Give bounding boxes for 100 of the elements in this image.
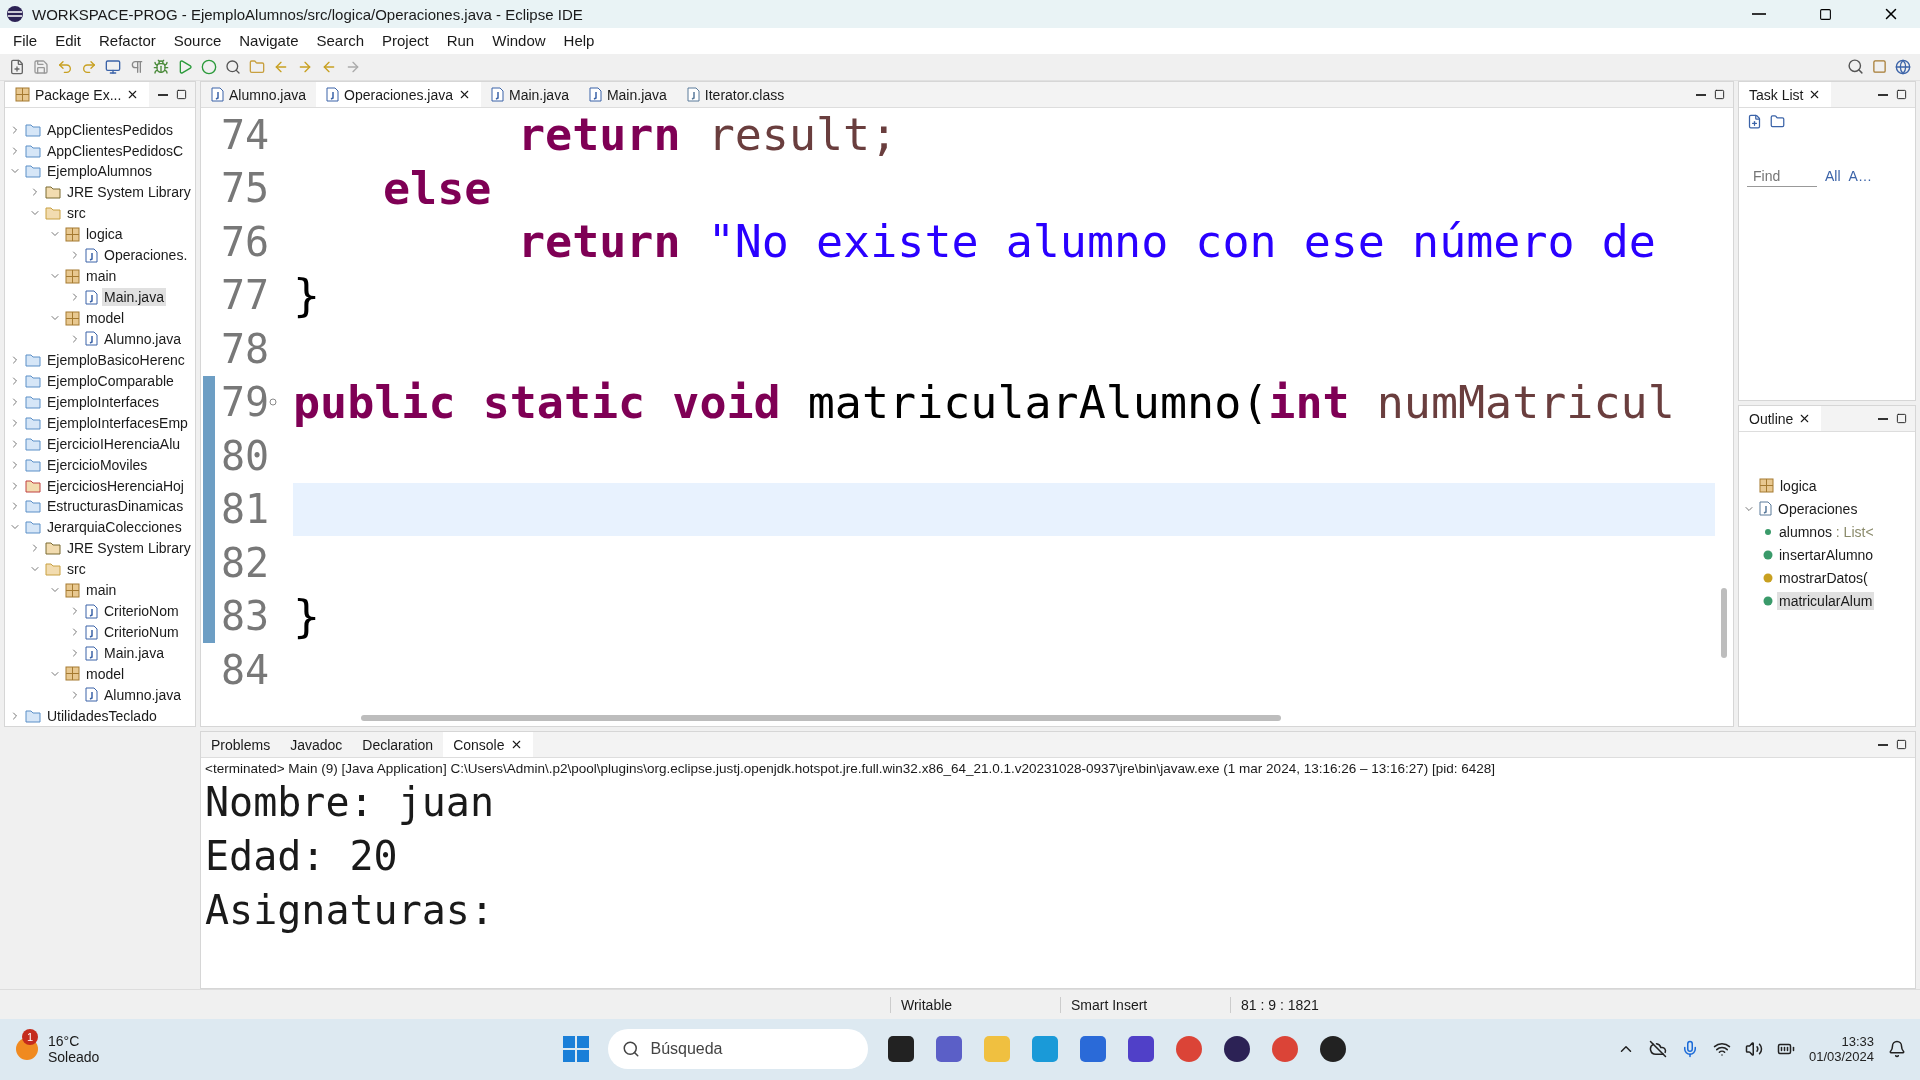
clock-time[interactable]: 13:33 bbox=[1841, 1034, 1874, 1050]
search-field[interactable]: Búsqueda bbox=[608, 1029, 869, 1070]
editor-tab[interactable]: Main.java bbox=[481, 82, 579, 108]
redo-icon[interactable] bbox=[81, 58, 97, 75]
filter-link[interactable]: A… bbox=[1848, 168, 1872, 185]
debug-icon[interactable] bbox=[153, 58, 169, 75]
people-icon[interactable] bbox=[934, 1034, 965, 1065]
outline-item[interactable]: alumnos : List< bbox=[1777, 522, 1876, 541]
view-tab[interactable]: Problems bbox=[201, 732, 281, 758]
perspective-icon[interactable] bbox=[1871, 59, 1887, 75]
search-icon[interactable] bbox=[225, 58, 241, 75]
tree-item[interactable]: AppClientesPedidos bbox=[45, 120, 176, 139]
menu-item[interactable]: Navigate bbox=[230, 32, 308, 50]
minimize-icon[interactable] bbox=[1696, 93, 1706, 96]
outline-item[interactable]: mostrarDatos( bbox=[1777, 568, 1870, 587]
tree-item[interactable]: main bbox=[84, 581, 119, 600]
minimize-icon[interactable] bbox=[1878, 743, 1888, 746]
tree-item[interactable]: Alumno.java bbox=[102, 329, 184, 348]
tree-item[interactable]: EjercicioIHerenciaAlu bbox=[45, 434, 183, 453]
tree-item[interactable]: EjerciciosHerenciaHoj bbox=[45, 476, 186, 495]
tree-item[interactable]: EjemploInterfaces bbox=[45, 392, 162, 411]
filter-link[interactable]: All bbox=[1825, 168, 1841, 185]
fold-icon[interactable] bbox=[269, 398, 278, 407]
scrollbar-thumb[interactable] bbox=[361, 715, 1281, 722]
tree-item[interactable]: Operaciones. bbox=[102, 246, 190, 265]
start-icon[interactable] bbox=[562, 1035, 591, 1064]
window-icon[interactable] bbox=[886, 1034, 917, 1065]
minimize-icon[interactable] bbox=[1878, 417, 1888, 420]
menu-item[interactable]: File bbox=[4, 32, 47, 50]
tree-item[interactable]: JRE System Library bbox=[65, 183, 193, 202]
editor-tab[interactable]: Operaciones.java bbox=[316, 82, 481, 108]
tree-item[interactable]: JRE System Library bbox=[65, 539, 193, 558]
menu-item[interactable]: Search bbox=[307, 32, 373, 50]
clock-date[interactable]: 01/03/2024 bbox=[1808, 1049, 1874, 1065]
maximize-icon[interactable] bbox=[1896, 89, 1907, 101]
pilcrow-icon[interactable] bbox=[129, 58, 145, 75]
outline-item[interactable]: matricularAlum bbox=[1777, 591, 1875, 610]
tree-item[interactable]: AppClientesPedidosC bbox=[45, 141, 186, 160]
line-number: 80 bbox=[221, 432, 270, 479]
tree-item[interactable]: JerarquiaColecciones bbox=[45, 518, 184, 537]
menu-item[interactable]: Help bbox=[554, 32, 604, 50]
wifi-icon[interactable] bbox=[1712, 1040, 1731, 1059]
save-icon[interactable] bbox=[33, 58, 49, 75]
store-icon[interactable] bbox=[1078, 1034, 1109, 1065]
menu-item[interactable]: Refactor bbox=[90, 32, 165, 50]
tree-item[interactable]: UtilidadesTeclado bbox=[45, 706, 159, 725]
menu-item[interactable]: Edit bbox=[46, 32, 91, 50]
editor-tab[interactable]: Main.java bbox=[578, 82, 677, 108]
java-perspective-icon[interactable] bbox=[1895, 58, 1911, 75]
view-tab[interactable]: Console bbox=[443, 732, 533, 758]
tree-item[interactable]: Main.java bbox=[102, 644, 166, 663]
menu-item[interactable]: Project bbox=[373, 32, 438, 50]
notification-icon[interactable] bbox=[1888, 1040, 1906, 1059]
minimize-icon[interactable] bbox=[1878, 93, 1888, 96]
maximize-icon[interactable] bbox=[1714, 89, 1725, 101]
tree-item[interactable]: EjemploAlumnos bbox=[45, 162, 155, 181]
package-icon bbox=[65, 582, 80, 598]
undo-icon[interactable] bbox=[57, 58, 73, 75]
tree-item[interactable]: EjemploInterfacesEmp bbox=[45, 413, 190, 432]
tree-item[interactable]: main bbox=[84, 267, 119, 286]
minimize-icon[interactable] bbox=[158, 93, 168, 96]
menu-item[interactable]: Window bbox=[483, 32, 555, 50]
menu-item[interactable]: Run bbox=[437, 32, 484, 50]
view-tab[interactable]: Declaration bbox=[352, 732, 444, 758]
tree-item[interactable]: Main.java bbox=[102, 288, 166, 307]
outline-item[interactable]: Operaciones bbox=[1776, 499, 1860, 518]
scrollbar-thumb[interactable] bbox=[1721, 588, 1727, 659]
terminal-icon[interactable] bbox=[105, 58, 121, 75]
editor-tab[interactable]: Alumno.java bbox=[201, 82, 317, 108]
maximize-icon[interactable] bbox=[1896, 739, 1907, 751]
maximize-icon[interactable] bbox=[176, 89, 187, 101]
volume-icon[interactable] bbox=[1744, 1040, 1763, 1059]
outline-item[interactable]: logica bbox=[1778, 476, 1819, 495]
tree-item[interactable]: model bbox=[84, 664, 127, 683]
tree-item[interactable]: EjemploBasicoHerenc bbox=[45, 350, 187, 369]
tree-item[interactable]: EjemploComparable bbox=[45, 371, 176, 390]
tree-item[interactable]: CriterioNum bbox=[102, 623, 181, 642]
maximize-icon[interactable] bbox=[1896, 413, 1907, 425]
new-file-icon[interactable] bbox=[9, 58, 25, 75]
tree-item[interactable]: Alumno.java bbox=[102, 685, 184, 704]
outline-item[interactable]: insertarAlumno bbox=[1777, 545, 1876, 564]
temperature-text: 16°C bbox=[48, 1033, 81, 1050]
menu-item[interactable]: Source bbox=[164, 32, 231, 50]
coverage-icon[interactable] bbox=[201, 58, 217, 75]
view-tab[interactable]: Javadoc bbox=[280, 732, 353, 758]
tree-item[interactable]: src bbox=[65, 560, 88, 579]
tree-item[interactable]: model bbox=[84, 309, 127, 328]
new-task-icon[interactable] bbox=[1747, 114, 1762, 130]
cloud-off-icon[interactable] bbox=[1648, 1040, 1667, 1059]
tree-item[interactable]: CriterioNom bbox=[102, 602, 181, 621]
folder-icon[interactable] bbox=[1770, 114, 1785, 130]
run-icon[interactable] bbox=[177, 58, 193, 75]
editor-tab[interactable]: Iterator.class bbox=[676, 82, 795, 108]
tree-item[interactable]: src bbox=[65, 204, 88, 223]
tree-item[interactable]: EjercicioMoviles bbox=[45, 455, 150, 474]
browser-icon[interactable] bbox=[1030, 1034, 1061, 1065]
tree-item[interactable]: logica bbox=[84, 225, 125, 244]
search-icon[interactable] bbox=[1846, 58, 1864, 76]
app-icon[interactable] bbox=[1126, 1034, 1157, 1065]
tree-item[interactable]: EstructurasDinamicas bbox=[45, 497, 186, 516]
